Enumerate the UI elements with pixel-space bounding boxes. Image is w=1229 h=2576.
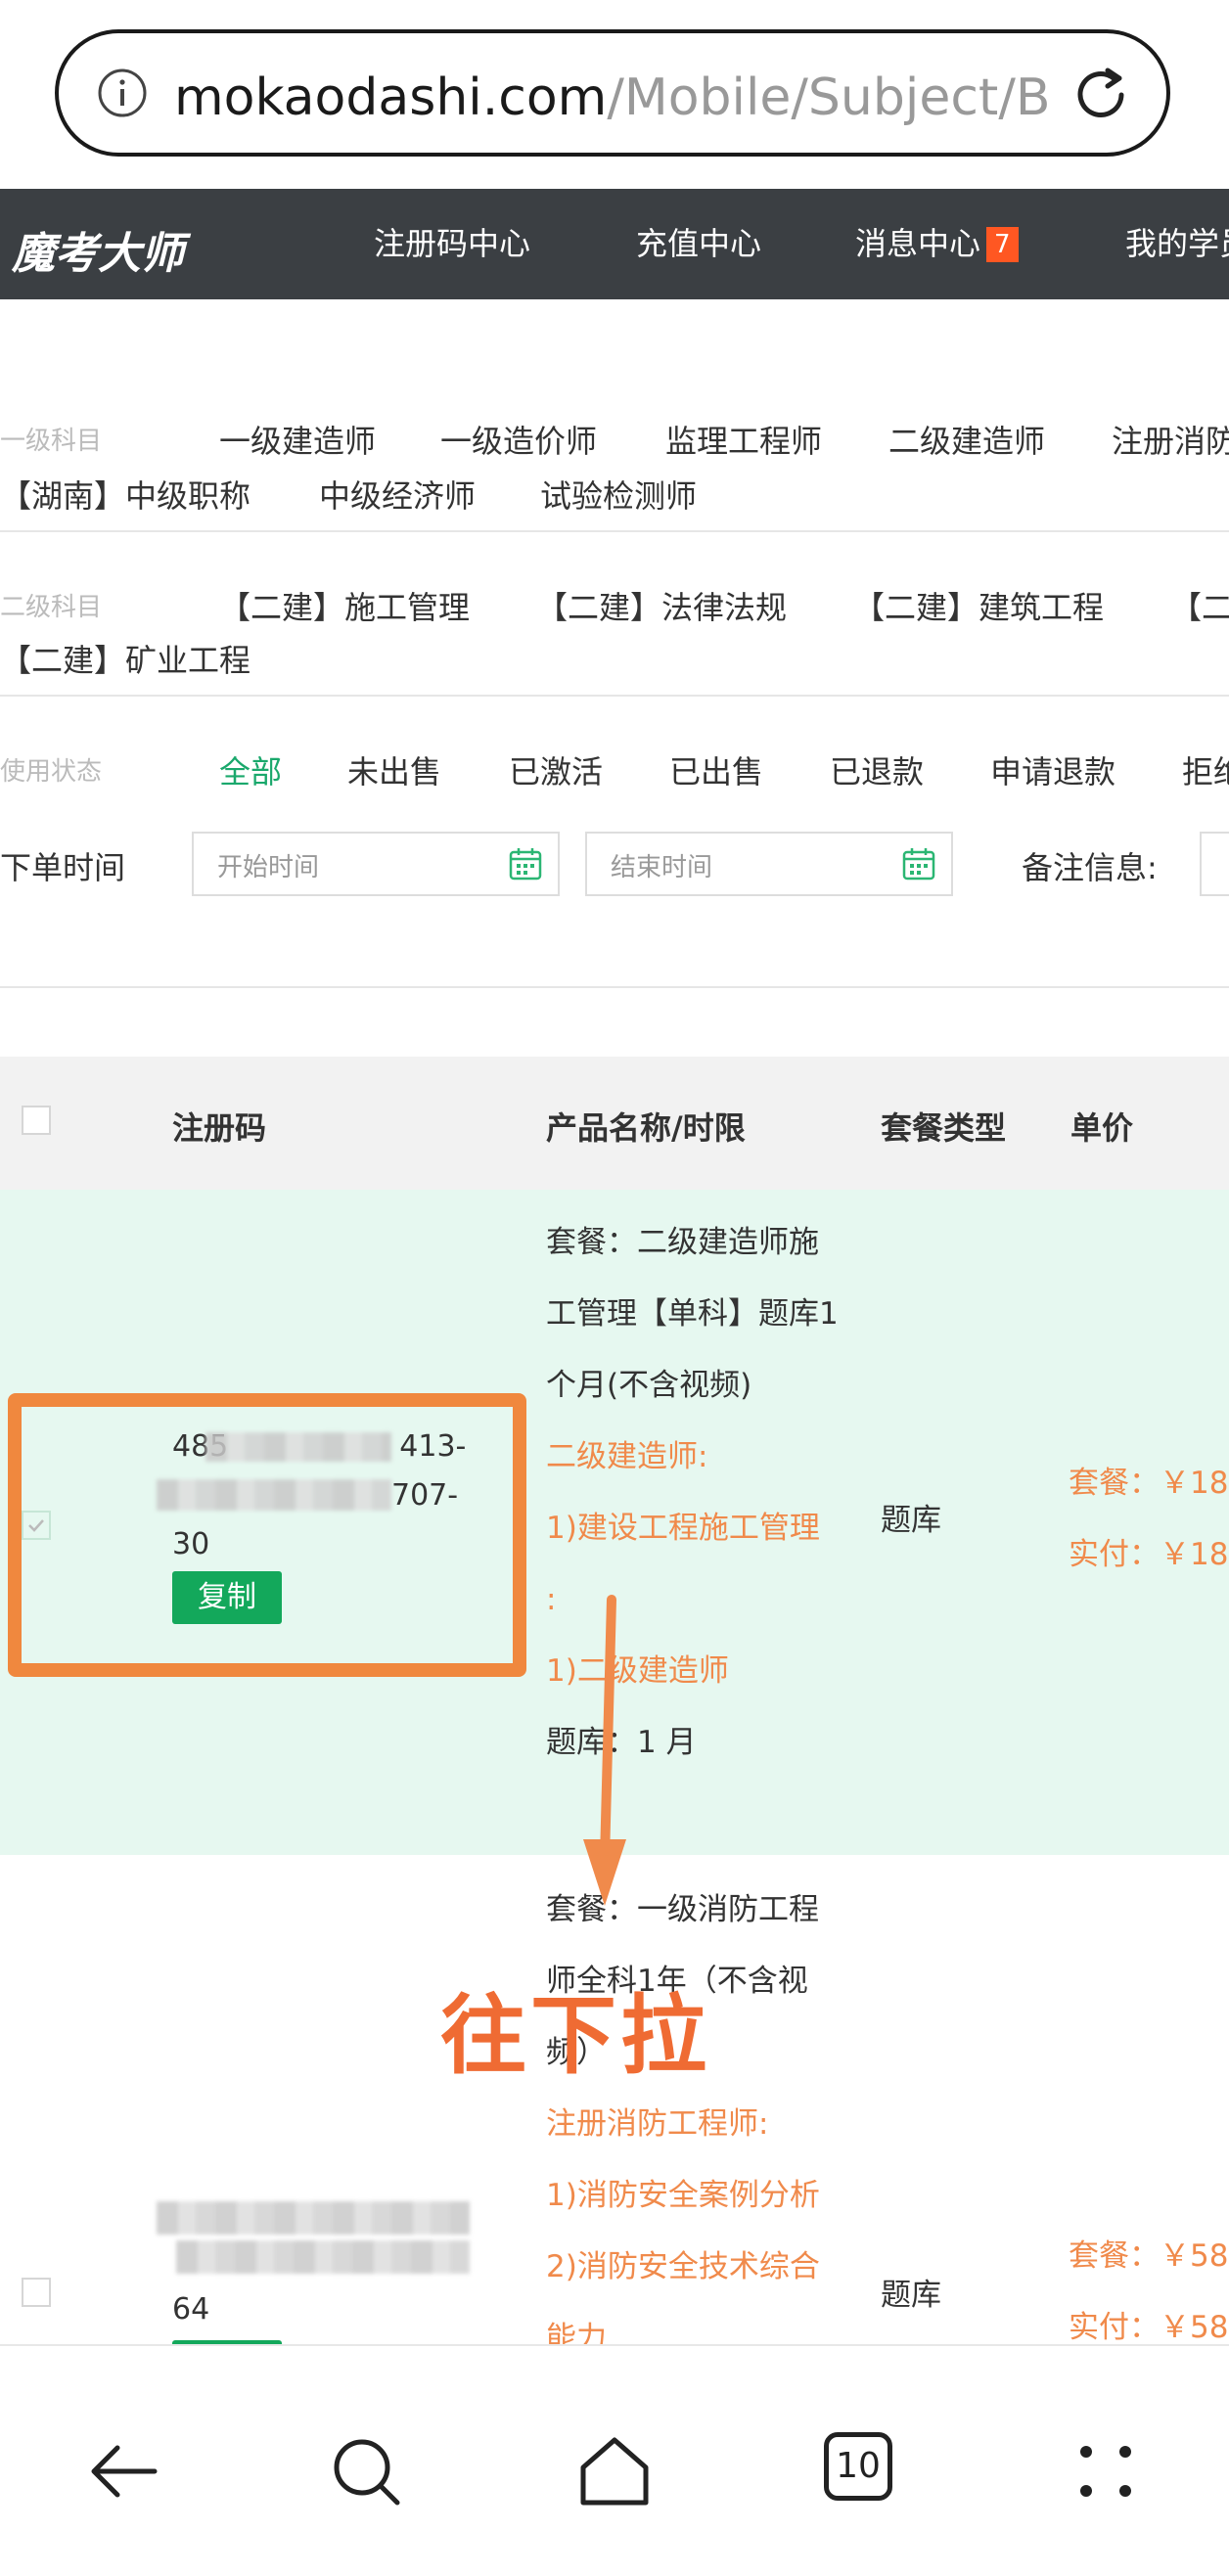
header-type: 套餐类型	[881, 1109, 1007, 1147]
browser-bottom-bar: 10	[0, 2344, 1229, 2576]
reload-icon[interactable]	[1069, 63, 1133, 127]
nav-item-messages-label: 消息中心	[855, 225, 981, 262]
status-label: 使用状态	[0, 757, 103, 787]
blurred-code	[176, 2240, 470, 2274]
product-detail: 二级建造师:	[546, 1439, 708, 1474]
product-detail: 注册消防工程师:	[546, 2106, 769, 2142]
level1-item[interactable]: 二级建造师	[888, 417, 1045, 462]
status-tab[interactable]: 申请退款	[990, 747, 1115, 792]
status-tab-all[interactable]: 全部	[219, 747, 282, 792]
price-paid: 实付：￥58	[1069, 2310, 1229, 2344]
product-name: 套餐：一级消防工程	[546, 1892, 819, 1927]
product-detail: 1)二级建造师	[546, 1653, 729, 1689]
status-tab[interactable]: 已激活	[509, 747, 603, 792]
product-duration: 题库：1 月	[546, 1725, 697, 1760]
level1-item[interactable]: 监理工程师	[665, 417, 822, 462]
row-checkbox[interactable]	[22, 2278, 51, 2307]
header-code: 注册码	[172, 1109, 267, 1147]
start-date-input[interactable]: 开始时间	[192, 832, 560, 896]
divider	[0, 530, 1229, 532]
level2-item[interactable]: 【二建】法律法规	[536, 583, 787, 628]
pull-down-annotation: 往下拉	[440, 1985, 711, 2086]
end-date-placeholder: 结束时间	[611, 853, 713, 882]
level1-item[interactable]: 注册消防	[1112, 417, 1229, 462]
nav-item-students[interactable]: 我的学员	[1125, 224, 1229, 263]
product-detail: 1)消防安全案例分析	[546, 2178, 820, 2213]
select-all-checkbox[interactable]	[22, 1106, 51, 1135]
url-host: mokaodashi.com	[174, 68, 608, 127]
level2-item[interactable]: 【二建】建筑工程	[853, 583, 1104, 628]
product-name: 工管理【单科】题库1	[546, 1296, 839, 1332]
home-icon[interactable]	[577, 2434, 652, 2508]
address-bar[interactable]: mokaodashi.com/Mobile/Subject/B	[55, 29, 1170, 157]
status-tab[interactable]: 已退款	[830, 747, 924, 792]
header-price: 单价	[1070, 1109, 1134, 1147]
level1-item[interactable]: 【湖南】中级职称	[0, 472, 250, 517]
highlight-box	[8, 1393, 526, 1677]
product-detail: :	[546, 1582, 557, 1617]
level2-label: 二级科目	[0, 593, 103, 622]
site-logo[interactable]: 魔考大师	[12, 218, 184, 281]
start-date-placeholder: 开始时间	[217, 853, 320, 882]
info-icon[interactable]	[96, 67, 149, 119]
divider	[0, 695, 1229, 697]
price-paid: 实付：￥18	[1069, 1537, 1229, 1572]
product-detail: 能力	[546, 2321, 607, 2344]
level1-item[interactable]: 中级经济师	[319, 472, 476, 517]
package-type: 题库	[881, 2278, 941, 2313]
back-icon[interactable]	[86, 2434, 160, 2508]
blurred-code	[157, 2201, 470, 2235]
url-text[interactable]: mokaodashi.com/Mobile/Subject/B	[174, 68, 1051, 127]
tabs-button[interactable]: 10	[824, 2432, 892, 2501]
level1-item[interactable]: 一级建造师	[219, 417, 376, 462]
order-time-label: 下单时间	[0, 849, 126, 886]
remark-input[interactable]	[1200, 832, 1229, 896]
product-detail: 2)消防安全技术综合	[546, 2249, 820, 2284]
divider	[0, 986, 1229, 988]
level2-item[interactable]: 【二建】施工管理	[219, 583, 470, 628]
price-package: 套餐：￥58	[1069, 2238, 1229, 2274]
product-detail: 1)建设工程施工管理	[546, 1511, 820, 1546]
product-name: 个月(不含视频)	[546, 1368, 752, 1403]
level1-item[interactable]: 试验检测师	[540, 472, 697, 517]
status-tab[interactable]: 未出售	[347, 747, 441, 792]
table-header: 注册码 产品名称/时限 套餐类型 单价	[0, 1057, 1229, 1190]
nav-item-recharge[interactable]: 充值中心	[636, 224, 761, 263]
level1-label: 一级科目	[0, 427, 103, 456]
level2-item[interactable]: 【二	[1170, 583, 1229, 628]
search-icon[interactable]	[329, 2434, 403, 2508]
site-nav: 魔考大师 注册码中心 充值中心 消息中心7 我的学员	[0, 189, 1229, 299]
nav-item-code-center[interactable]: 注册码中心	[374, 224, 530, 263]
product-name: 套餐：二级建造师施	[546, 1225, 819, 1260]
header-product: 产品名称/时限	[546, 1109, 746, 1147]
calendar-icon[interactable]	[509, 847, 542, 881]
end-date-input[interactable]: 结束时间	[585, 832, 953, 896]
package-type: 题库	[881, 1503, 941, 1538]
price-package: 套餐：￥18	[1069, 1466, 1229, 1501]
status-tab[interactable]: 已出售	[669, 747, 763, 792]
reg-code-part: 64	[172, 2292, 210, 2327]
nav-item-messages[interactable]: 消息中心 7	[855, 224, 1019, 263]
more-menu-icon[interactable]	[1069, 2434, 1143, 2508]
status-tab[interactable]: 拒绝	[1182, 747, 1229, 792]
remark-label: 备注信息:	[1022, 849, 1158, 886]
calendar-icon[interactable]	[902, 847, 935, 881]
table-row[interactable]: 64 复制 套餐：一级消防工程 师全科1年（不含视 频） 注册消防工程师: 1)…	[0, 1855, 1229, 2344]
message-badge: 7	[986, 227, 1019, 262]
url-path: /Mobile/Subject/B	[607, 68, 1051, 127]
level1-item[interactable]: 一级造价师	[440, 417, 597, 462]
level2-item[interactable]: 【二建】矿业工程	[0, 636, 250, 681]
